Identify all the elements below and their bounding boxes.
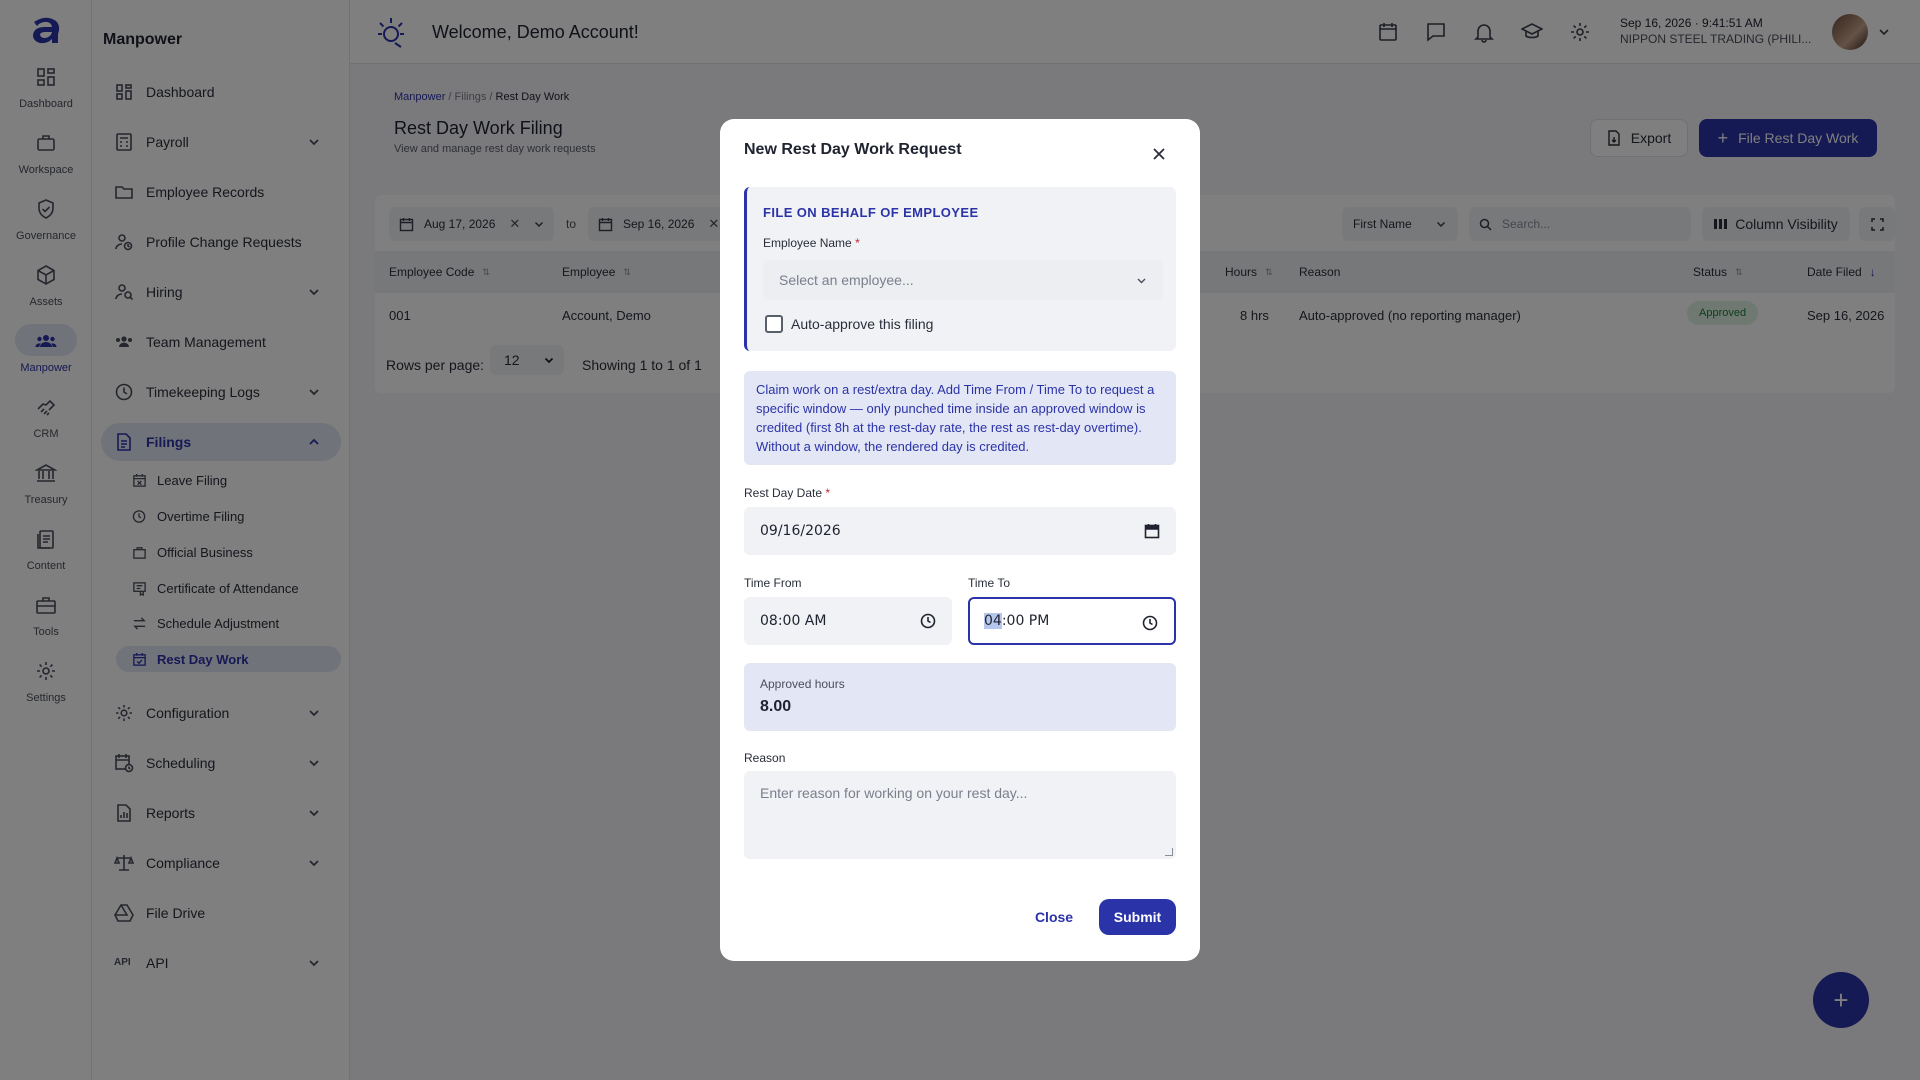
reason-placeholder: Enter reason for working on your rest da…: [760, 785, 1028, 801]
time-from-label: Time From: [744, 576, 802, 590]
rest-day-date-input[interactable]: 09/16/2026: [744, 507, 1176, 555]
close-button[interactable]: Close: [1028, 899, 1080, 935]
reason-textarea[interactable]: Enter reason for working on your rest da…: [744, 771, 1176, 859]
rest-day-date-value: 09/16/2026: [760, 523, 841, 539]
employee-placeholder: Select an employee...: [779, 272, 914, 288]
time-to-rest: :00 PM: [1001, 613, 1050, 629]
approved-hours-value: 8.00: [760, 698, 792, 715]
required-mark: *: [825, 486, 831, 500]
label-text: Employee Name: [763, 236, 852, 250]
clock-icon[interactable]: [920, 613, 936, 629]
section-heading: FILE ON BEHALF OF EMPLOYEE: [763, 205, 979, 220]
employee-select[interactable]: Select an employee...: [763, 260, 1163, 300]
auto-approve-checkbox[interactable]: [765, 315, 783, 333]
info-note: Claim work on a rest/extra day. Add Time…: [744, 371, 1176, 465]
close-icon[interactable]: [1150, 145, 1168, 163]
modal-title: New Rest Day Work Request: [744, 141, 962, 158]
time-from-input[interactable]: 08:00 AM: [744, 597, 952, 645]
time-to-label: Time To: [968, 576, 1011, 590]
file-on-behalf-section: FILE ON BEHALF OF EMPLOYEE Employee Name…: [744, 187, 1176, 351]
calendar-icon[interactable]: [1144, 523, 1160, 539]
required-mark: *: [855, 236, 860, 250]
approved-hours-label: Approved hours: [760, 677, 845, 691]
auto-approve-label[interactable]: Auto-approve this filing: [791, 316, 933, 332]
employee-name-label: Employee Name *: [763, 236, 860, 250]
reason-label: Reason: [744, 751, 786, 765]
chevron-down-icon: [1137, 278, 1146, 284]
submit-button[interactable]: Submit: [1099, 899, 1176, 935]
time-to-hour-segment[interactable]: 04: [984, 613, 1002, 629]
resize-handle[interactable]: [1165, 848, 1173, 856]
new-rest-day-work-modal: New Rest Day Work Request FILE ON BEHALF…: [720, 119, 1200, 961]
rest-day-date-label: Rest Day Date *: [744, 486, 830, 500]
time-from-value: 08:00 AM: [760, 613, 827, 629]
time-to-input[interactable]: 04:00 PM: [968, 597, 1176, 645]
label-text: Rest Day Date: [744, 486, 823, 500]
approved-hours-box: Approved hours 8.00: [744, 663, 1176, 731]
clock-icon[interactable]: [1142, 615, 1158, 631]
